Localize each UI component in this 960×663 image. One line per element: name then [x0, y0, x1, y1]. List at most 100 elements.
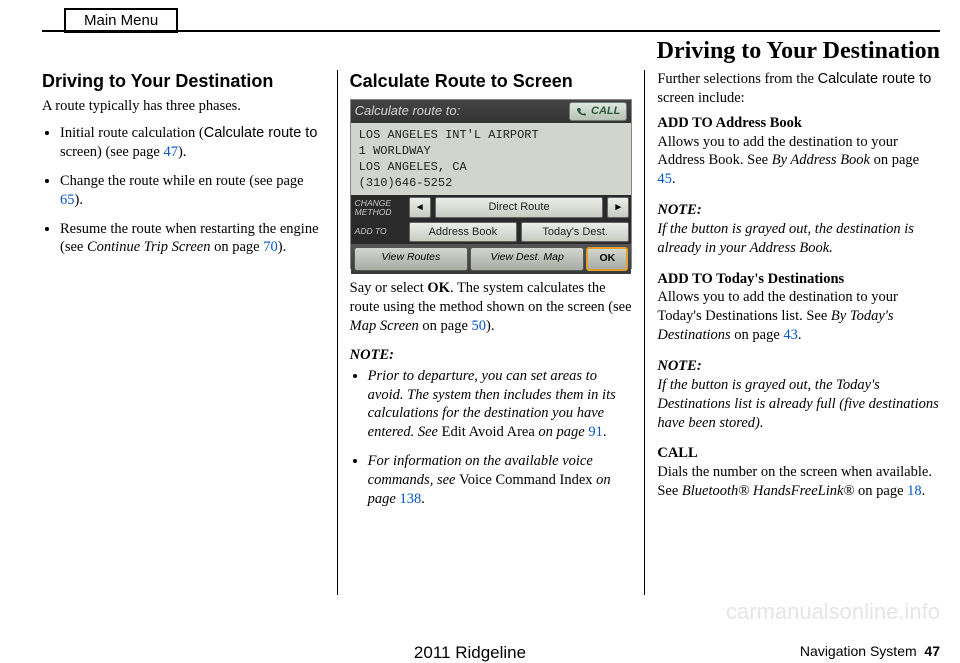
call-block: CALL Dials the number on the screen when…	[657, 444, 940, 501]
reference: By Address Book	[772, 152, 870, 168]
text: .	[603, 424, 607, 440]
text: ).	[75, 192, 83, 208]
ss-ok-btn: OK	[586, 247, 628, 271]
page-link[interactable]: 138	[399, 491, 421, 507]
page-footer: Navigation System 47	[800, 643, 940, 659]
column-2: Calculate Route to Screen Calculate rout…	[338, 70, 646, 595]
note-text: If the button is grayed out, the destina…	[657, 220, 940, 258]
text: screen) (see page	[60, 144, 163, 160]
reference: Bluetooth® HandsFreeLink®	[682, 483, 855, 499]
note-block: NOTE: If the button is grayed out, the T…	[657, 357, 940, 432]
ss-address-line: 1 WORLDWAY	[359, 143, 624, 159]
list-item: Initial route calculation (Calculate rou…	[60, 124, 325, 162]
page-number: 47	[924, 643, 940, 659]
list-item: Change the route while en route (see pag…	[60, 172, 325, 210]
ss-todays-dest-btn: Today's Dest.	[521, 222, 629, 242]
ss-view-dest-map-btn: View Dest. Map	[470, 247, 584, 271]
ss-address-book-btn: Address Book	[409, 222, 517, 242]
ss-add-to-row: ADD TO Address Book Today's Dest.	[351, 220, 632, 244]
vehicle-name: 2011 Ridgeline	[414, 643, 526, 663]
ui-term: Calculate route to	[818, 71, 932, 87]
watermark: carmanualsonline.info	[726, 599, 940, 625]
reference: Edit Avoid Area	[442, 424, 535, 440]
text: on page	[535, 424, 589, 440]
note-heading: NOTE:	[657, 357, 940, 376]
note-heading: NOTE:	[350, 346, 633, 365]
list-item: Resume the route when restarting the eng…	[60, 220, 325, 258]
ss-address-line: (310)646-5252	[359, 175, 624, 191]
reference: Continue Trip Screen	[87, 239, 211, 255]
page-link[interactable]: 43	[783, 327, 798, 343]
reference: Map Screen	[350, 318, 419, 334]
ss-direct-route: Direct Route	[435, 197, 604, 217]
col1-list: Initial route calculation (Calculate rou…	[42, 124, 325, 257]
ss-address-line: LOS ANGELES, CA	[359, 159, 624, 175]
subheading: CALL	[657, 444, 940, 463]
ss-change-method-row: CHANGE METHOD ◄ Direct Route ►	[351, 195, 632, 219]
page-link[interactable]: 47	[163, 144, 178, 160]
page-link[interactable]: 50	[472, 318, 487, 334]
ss-titlebar: Calculate route to: CALL	[351, 100, 632, 122]
ss-add-to-label: ADD TO	[351, 220, 407, 244]
section-name: Navigation System	[800, 643, 917, 659]
ss-call-button: CALL	[569, 102, 627, 120]
reference: Voice Command Index	[459, 472, 592, 488]
col1-intro: A route typically has three phases.	[42, 97, 325, 116]
text: on page	[210, 239, 263, 255]
text: Change the route while en route (see pag…	[60, 173, 304, 189]
text: .	[798, 327, 802, 343]
col2-heading: Calculate Route to Screen	[350, 70, 633, 93]
text: screen include:	[657, 90, 744, 106]
text: .	[922, 483, 926, 499]
col3-intro: Further selections from the Calculate ro…	[657, 70, 940, 108]
text: ).	[178, 144, 186, 160]
page-link[interactable]: 65	[60, 192, 75, 208]
ss-view-routes-btn: View Routes	[354, 247, 468, 271]
text: .	[672, 171, 676, 187]
page-link[interactable]: 91	[588, 424, 603, 440]
ss-next-arrow: ►	[607, 197, 629, 217]
note-text: If the button is grayed out, the Today's…	[657, 376, 940, 433]
text: ).	[486, 318, 494, 334]
text: on page	[419, 318, 472, 334]
text: ).	[278, 239, 286, 255]
page-link[interactable]: 70	[263, 239, 278, 255]
text: Further selections from the	[657, 71, 817, 87]
column-3: Further selections from the Calculate ro…	[645, 70, 940, 595]
phone-icon	[576, 107, 588, 116]
ui-term: Calculate route to	[204, 125, 318, 141]
page-header: Driving to Your Destination	[657, 38, 940, 65]
ss-body: LOS ANGELES INT'L AIRPORT 1 WORLDWAY LOS…	[351, 123, 632, 196]
col2-notes-list: Prior to departure, you can set areas to…	[350, 367, 633, 509]
subheading: ADD TO Today's Destinations	[657, 270, 940, 289]
add-to-address-book-block: ADD TO Address Book Allows you to add th…	[657, 114, 940, 189]
text: Initial route calculation (	[60, 125, 204, 141]
nav-screenshot: Calculate route to: CALL LOS ANGELES INT…	[350, 99, 633, 269]
list-item: For information on the available voice c…	[368, 452, 633, 509]
page-link[interactable]: 45	[657, 171, 672, 187]
ss-call-label: CALL	[591, 104, 620, 118]
content-columns: Driving to Your Destination A route typi…	[42, 70, 940, 595]
text: Say or select	[350, 280, 428, 296]
text: on page	[731, 327, 784, 343]
col2-paragraph: Say or select OK. The system calculates …	[350, 279, 633, 336]
note-heading: NOTE:	[657, 201, 940, 220]
subheading: ADD TO Address Book	[657, 114, 940, 133]
col1-heading: Driving to Your Destination	[42, 70, 325, 93]
add-to-todays-dest-block: ADD TO Today's Destinations Allows you t…	[657, 270, 940, 345]
text: on page	[854, 483, 907, 499]
text: METHOD	[355, 208, 403, 217]
ss-change-method-label: CHANGE METHOD	[351, 195, 407, 219]
ss-address-line: LOS ANGELES INT'L AIRPORT	[359, 127, 624, 143]
text: on page	[870, 152, 919, 168]
ui-term: OK	[427, 280, 450, 296]
ss-bottom-row: View Routes View Dest. Map OK	[351, 244, 632, 274]
text: .	[421, 491, 425, 507]
page-link[interactable]: 18	[907, 483, 922, 499]
ss-title: Calculate route to:	[355, 103, 461, 120]
ss-prev-arrow: ◄	[409, 197, 431, 217]
header-rule	[42, 30, 940, 32]
note-block: NOTE: If the button is grayed out, the d…	[657, 201, 940, 258]
column-1: Driving to Your Destination A route typi…	[42, 70, 338, 595]
list-item: Prior to departure, you can set areas to…	[368, 367, 633, 442]
